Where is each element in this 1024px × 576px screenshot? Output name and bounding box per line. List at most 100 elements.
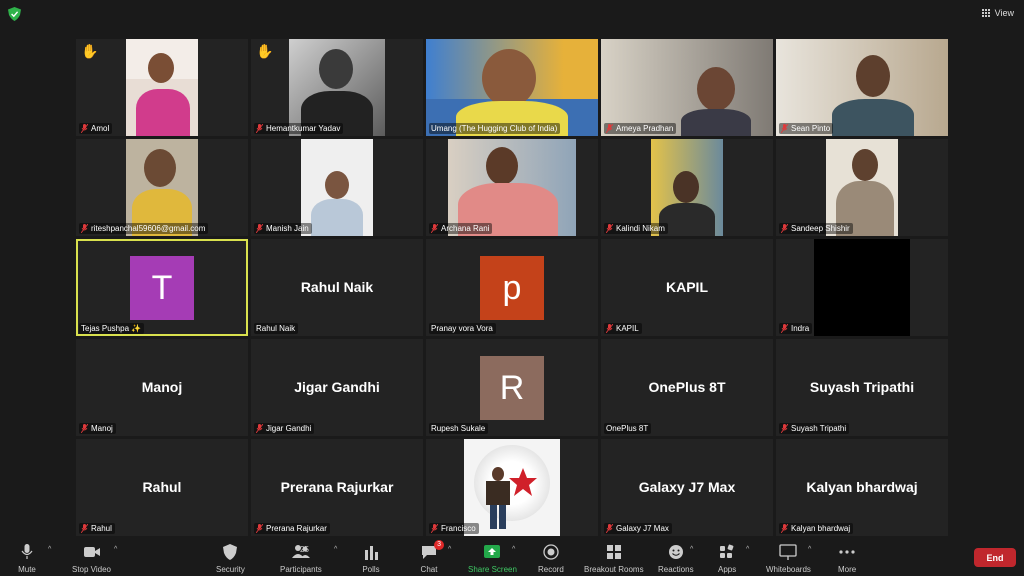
mute-options-chevron-icon[interactable]: ^: [48, 546, 51, 553]
polls-button[interactable]: Polls: [362, 544, 380, 574]
participant-tile-pranay-vora[interactable]: p Pranay vora Vora: [426, 239, 598, 336]
breakout-rooms-icon: [606, 545, 621, 559]
chat-label: Chat: [420, 565, 438, 574]
top-bar: View: [0, 0, 1024, 28]
participant-tile-manoj[interactable]: Manoj Manoj: [76, 339, 248, 436]
security-shield-icon[interactable]: [8, 7, 21, 21]
muted-mic-icon: [781, 324, 788, 333]
participant-label: Tejas Pushpa ✨: [79, 323, 145, 334]
participant-label: Sean Pinto: [779, 123, 834, 134]
participant-name: Sean Pinto: [791, 124, 831, 133]
polls-icon: [365, 546, 378, 560]
reactions-label: Reactions: [658, 565, 694, 574]
whiteboards-options-chevron-icon[interactable]: ^: [808, 546, 811, 553]
reactions-options-chevron-icon[interactable]: ^: [690, 546, 693, 553]
reactions-button[interactable]: Reactions: [658, 544, 694, 574]
participant-tile-rupesh-sukale[interactable]: R Rupesh Sukale: [426, 339, 598, 436]
reactions-smiley-icon: [668, 545, 683, 559]
apps-button[interactable]: Apps: [718, 544, 736, 574]
participant-tile-riteshpanchal[interactable]: riteshpanchal59606@gmail.com: [76, 139, 248, 236]
stop-video-label: Stop Video: [72, 565, 111, 574]
shield-icon: [223, 544, 238, 560]
avatar: R: [480, 356, 544, 420]
participants-options-chevron-icon[interactable]: ^: [334, 546, 337, 553]
participant-label: Kalyan bhardwaj: [779, 523, 854, 534]
participant-name: Manoj: [91, 424, 113, 433]
participant-tile-umang[interactable]: Umang (The Hugging Club of India): [426, 39, 598, 136]
red-star-icon: [509, 468, 537, 496]
security-button[interactable]: Security: [216, 544, 245, 574]
record-icon: [543, 544, 559, 560]
view-button[interactable]: View: [981, 5, 1014, 21]
participant-tile-prerana-rajurkar[interactable]: Prerana Rajurkar Prerana Rajurkar: [251, 439, 423, 536]
participant-display-name: Prerana Rajurkar: [280, 479, 394, 495]
chat-unread-badge: 3: [434, 540, 444, 550]
video-feed: [126, 39, 198, 136]
share-options-chevron-icon[interactable]: ^: [512, 546, 515, 553]
participant-tile-suyash-tripathi[interactable]: Suyash Tripathi Suyash Tripathi: [776, 339, 948, 436]
participant-tile-ameya-pradhan[interactable]: Ameya Pradhan: [601, 39, 773, 136]
participant-name: Ameya Pradhan: [616, 124, 674, 133]
participant-name: Umang (The Hugging Club of India): [431, 124, 558, 133]
muted-mic-icon: [81, 424, 88, 433]
participant-tile-sean-pinto[interactable]: Sean Pinto: [776, 39, 948, 136]
participant-tile-francisco[interactable]: Francisco: [426, 439, 598, 536]
breakout-rooms-button[interactable]: Breakout Rooms: [584, 544, 644, 574]
participant-display-name: KAPIL: [666, 279, 708, 295]
end-meeting-button[interactable]: End: [974, 548, 1016, 567]
record-button[interactable]: Record: [538, 544, 564, 574]
stop-video-button[interactable]: Stop Video: [72, 544, 111, 574]
participant-name: Kalyan bhardwaj: [791, 524, 851, 533]
participant-name: Galaxy J7 Max: [616, 524, 669, 533]
video-feed: [426, 39, 598, 136]
participant-label: Suyash Tripathi: [779, 423, 850, 434]
participant-name: Sandeep Shishir: [791, 224, 850, 233]
whiteboard-icon: [779, 544, 798, 560]
view-label: View: [994, 8, 1014, 18]
muted-mic-icon: [256, 224, 263, 233]
raised-hand-icon: ✋: [81, 43, 99, 59]
chat-button[interactable]: 3 Chat: [420, 540, 444, 574]
participant-tile-rahul-naik[interactable]: Rahul Naik Rahul Naik: [251, 239, 423, 336]
participant-label: OnePlus 8T: [604, 423, 652, 434]
participant-tile-manish-jain[interactable]: Manish Jain: [251, 139, 423, 236]
participant-tile-rahul[interactable]: Rahul Rahul: [76, 439, 248, 536]
participant-label: Archana Rani: [429, 223, 493, 234]
record-label: Record: [538, 565, 564, 574]
participant-name: riteshpanchal59606@gmail.com: [91, 224, 206, 233]
whiteboards-button[interactable]: Whiteboards: [766, 544, 811, 574]
video-feed: [651, 139, 723, 236]
more-button[interactable]: More: [838, 544, 856, 574]
participant-tile-indra[interactable]: Indra: [776, 239, 948, 336]
participant-label: Indra: [779, 323, 813, 334]
chat-options-chevron-icon[interactable]: ^: [448, 546, 451, 553]
participant-tile-kalindi-nikam[interactable]: Kalindi Nikam: [601, 139, 773, 236]
video-feed: [126, 139, 198, 236]
muted-mic-icon: [781, 424, 788, 433]
participant-tile-hemantkumar-yadav[interactable]: ✋ Hemantkumar Yadav: [251, 39, 423, 136]
participant-label: Galaxy J7 Max: [604, 523, 672, 534]
participant-label: Sandeep Shishir: [779, 223, 853, 234]
participant-tile-galaxy-j7-max[interactable]: Galaxy J7 Max Galaxy J7 Max: [601, 439, 773, 536]
muted-mic-icon: [256, 424, 263, 433]
share-screen-icon: [484, 545, 501, 558]
whiteboards-label: Whiteboards: [766, 565, 811, 574]
participant-tile-kapil[interactable]: KAPIL KAPIL: [601, 239, 773, 336]
video-options-chevron-icon[interactable]: ^: [114, 546, 117, 553]
muted-mic-icon: [606, 524, 613, 533]
participant-tile-jigar-gandhi[interactable]: Jigar Gandhi Jigar Gandhi: [251, 339, 423, 436]
participant-tile-tejas-pushpa[interactable]: T Tejas Pushpa ✨: [76, 239, 248, 336]
participant-tile-oneplus-8t[interactable]: OnePlus 8T OnePlus 8T: [601, 339, 773, 436]
participant-name: Archana Rani: [441, 224, 490, 233]
mute-button[interactable]: Mute: [18, 544, 36, 574]
muted-mic-icon: [81, 224, 88, 233]
apps-options-chevron-icon[interactable]: ^: [746, 546, 749, 553]
participant-tile-sandeep-shishir[interactable]: Sandeep Shishir: [776, 139, 948, 236]
participant-tile-amol[interactable]: ✋ Amol: [76, 39, 248, 136]
participant-tile-archana-rani[interactable]: Archana Rani: [426, 139, 598, 236]
share-screen-button[interactable]: Share Screen: [468, 544, 517, 574]
participant-tile-kalyan-bhardwaj[interactable]: Kalyan bhardwaj Kalyan bhardwaj: [776, 439, 948, 536]
participant-label: Umang (The Hugging Club of India): [429, 123, 561, 134]
participants-button[interactable]: 25 Participants: [280, 544, 322, 574]
gallery-grid: ✋ Amol ✋ Hemantkumar Yadav Umang (The Hu…: [76, 39, 948, 537]
